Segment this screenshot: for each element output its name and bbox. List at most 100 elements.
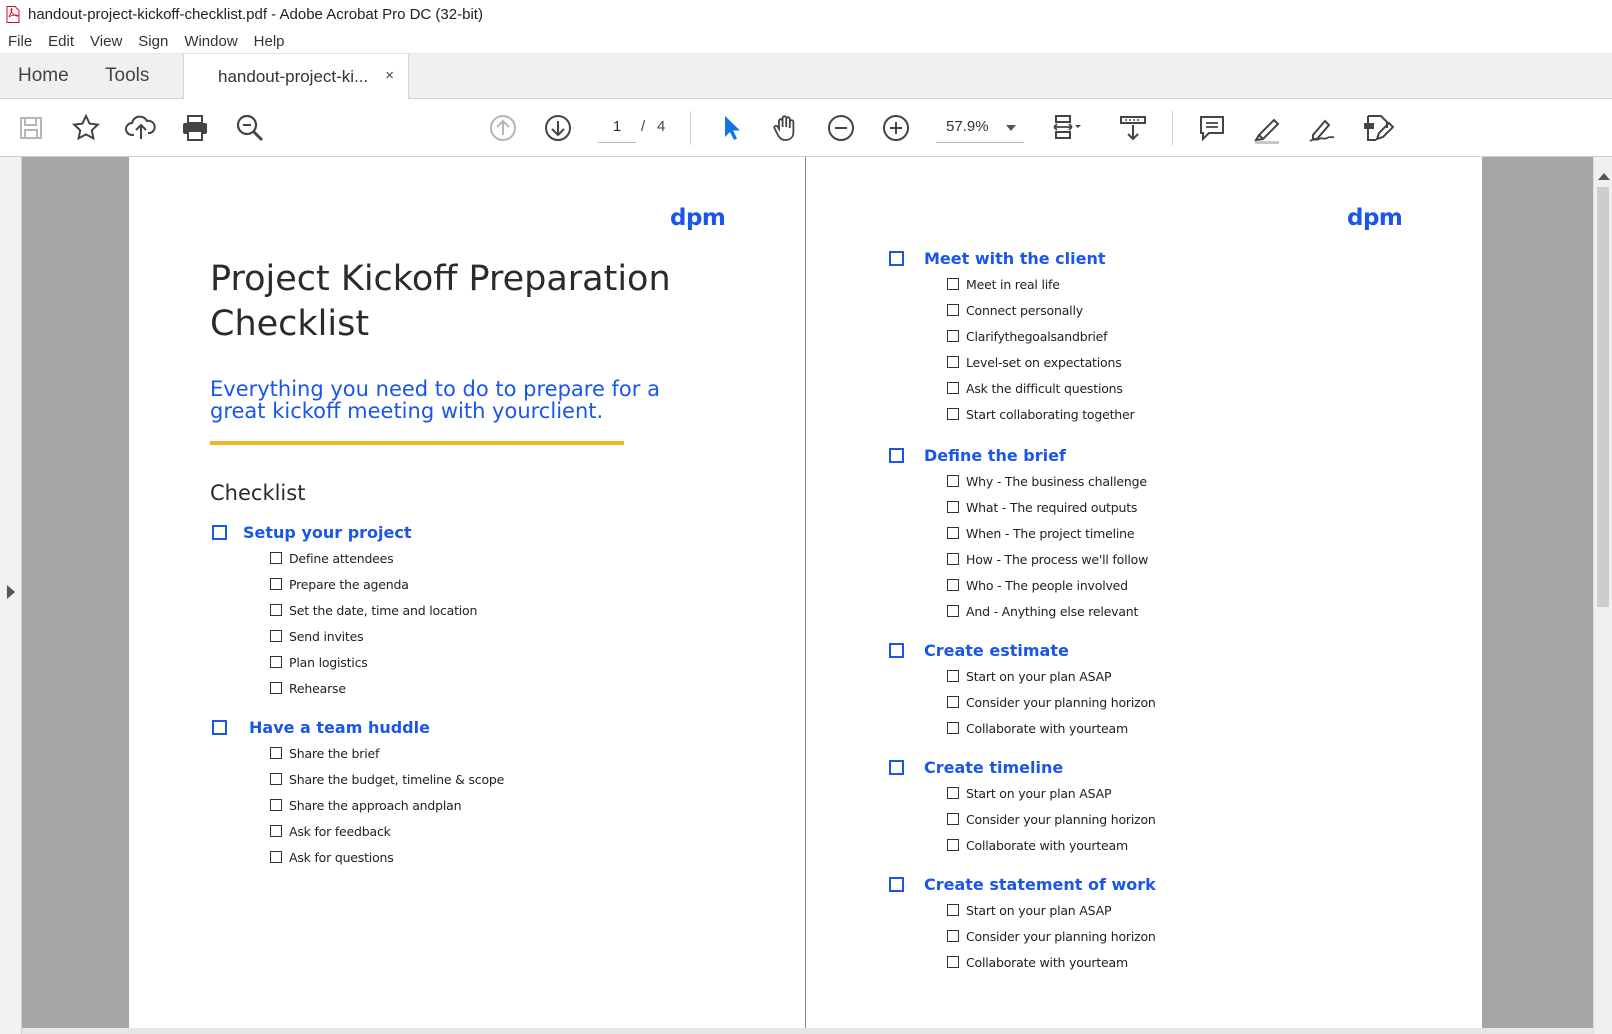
menu-help[interactable]: Help: [246, 29, 293, 54]
page-number-input[interactable]: 1: [598, 111, 636, 143]
checklist-item: Meet in real life: [947, 271, 1134, 297]
yellow-divider: [210, 441, 624, 445]
section-header: Create estimate: [889, 637, 1156, 663]
navigation-pane-toggle[interactable]: [0, 157, 22, 1034]
close-tab-icon[interactable]: ×: [385, 54, 394, 98]
checkbox-icon: [947, 670, 959, 682]
section-title: Meet with the client: [924, 248, 1106, 268]
checklist-item: Collaborate with yourteam: [947, 832, 1156, 858]
menu-sign[interactable]: Sign: [130, 29, 176, 54]
bookmark-star-icon[interactable]: [66, 109, 106, 147]
checklist-item: How - The process we'll follow: [947, 546, 1148, 572]
checkbox-icon: [947, 930, 959, 942]
prev-page-icon[interactable]: [483, 109, 523, 147]
checkbox-icon: [270, 747, 282, 759]
section-title: Create estimate: [924, 640, 1069, 660]
checkbox-icon: [889, 759, 904, 775]
toolbar-divider: [1172, 111, 1173, 145]
section-title: Have a team huddle: [249, 717, 430, 737]
save-icon[interactable]: [11, 109, 51, 147]
cloud-upload-icon[interactable]: [121, 109, 161, 147]
checkbox-icon: [212, 719, 227, 735]
next-page-icon[interactable]: [538, 109, 578, 147]
checklist-item: And - Anything else relevant: [947, 598, 1148, 624]
tab-tools[interactable]: Tools: [105, 54, 149, 99]
checklist-item: Consider your planning horizon: [947, 806, 1156, 832]
checkbox-icon: [947, 356, 959, 368]
checkbox-icon: [947, 839, 959, 851]
checklist-item: Who - The people involved: [947, 572, 1148, 598]
toolbar-divider: [690, 111, 691, 145]
edit-pdf-icon[interactable]: [1357, 109, 1397, 147]
checklist-section: Create statement of work Start on your p…: [889, 871, 1156, 975]
pdf-page-1: dpm Project Kickoff Preparation Checklis…: [129, 157, 805, 1034]
checklist-section: Create estimate Start on your plan ASAP …: [889, 637, 1156, 741]
section-header: Setup your project: [212, 519, 477, 545]
checklist-item: Start on your plan ASAP: [947, 663, 1156, 689]
checkbox-icon: [889, 447, 904, 463]
print-icon[interactable]: [175, 109, 215, 147]
checklist-item: Define attendees: [270, 545, 477, 571]
checkbox-icon: [947, 787, 959, 799]
page-separator: /: [641, 118, 646, 135]
checkbox-icon: [947, 382, 959, 394]
checklist-item: Ask the difficult questions: [947, 375, 1134, 401]
checkbox-icon: [270, 825, 282, 837]
checklist-section: Meet with the client Meet in real life C…: [889, 245, 1135, 427]
hand-tool-icon[interactable]: [766, 109, 806, 147]
checklist-section: Create timeline Start on your plan ASAP …: [889, 754, 1156, 858]
menu-edit[interactable]: Edit: [40, 29, 82, 54]
checkbox-icon: [947, 605, 959, 617]
checklist-item: Share the brief: [270, 740, 504, 766]
checklist-item: Consider your planning horizon: [947, 689, 1156, 715]
checkbox-icon: [270, 656, 282, 668]
checkbox-icon: [947, 904, 959, 916]
horizontal-scrollbar[interactable]: [22, 1028, 1593, 1034]
tab-bar: Home Tools handout-project-ki... ×: [0, 54, 1612, 100]
checkbox-icon: [947, 956, 959, 968]
sign-icon[interactable]: [1302, 109, 1342, 147]
highlight-icon[interactable]: [1247, 109, 1287, 147]
tab-document[interactable]: handout-project-ki... ×: [183, 54, 409, 100]
section-header: Meet with the client: [889, 245, 1134, 271]
checkbox-icon: [947, 408, 959, 420]
checkbox-icon: [889, 250, 904, 266]
checkbox-icon: [270, 578, 282, 590]
document-title: Project Kickoff Preparation Checklist: [210, 259, 671, 344]
page-total: 4: [657, 118, 666, 135]
menu-file[interactable]: File: [0, 29, 40, 54]
scroll-up-icon[interactable]: [1598, 173, 1610, 180]
tab-home[interactable]: Home: [18, 54, 69, 99]
window-titlebar: handout-project-kickoff-checklist.pdf - …: [0, 0, 1612, 29]
section-header: Have a team huddle: [212, 714, 504, 740]
chevron-down-icon: [1006, 125, 1016, 131]
menu-window[interactable]: Window: [176, 29, 245, 54]
find-zoom-icon[interactable]: [230, 109, 270, 147]
checklist-item: Ask for questions: [270, 844, 504, 870]
scroll-mode-icon[interactable]: [1113, 109, 1153, 147]
page-fit-icon[interactable]: [1045, 109, 1085, 147]
checkbox-icon: [947, 330, 959, 342]
zoom-out-icon[interactable]: [821, 109, 861, 147]
toolbar: 1 / 4 57.9%: [0, 99, 1612, 157]
scrollbar-thumb[interactable]: [1597, 187, 1609, 607]
menu-view[interactable]: View: [82, 29, 130, 54]
checklist-item: Consider your planning horizon: [947, 923, 1156, 949]
checkbox-icon: [270, 630, 282, 642]
comment-icon[interactable]: [1192, 109, 1232, 147]
document-tab-label: handout-project-ki...: [218, 67, 369, 86]
checklist-heading: Checklist: [210, 481, 306, 505]
document-viewport[interactable]: dpm Project Kickoff Preparation Checklis…: [0, 157, 1612, 1034]
checklist-section: Setup your project Define attendees Prep…: [212, 519, 477, 701]
zoom-in-icon[interactable]: [876, 109, 916, 147]
checkbox-icon: [947, 722, 959, 734]
checkbox-icon: [947, 475, 959, 487]
expand-arrow-icon: [7, 585, 15, 599]
select-cursor-icon[interactable]: [711, 109, 751, 147]
checkbox-icon: [270, 773, 282, 785]
window-title: handout-project-kickoff-checklist.pdf - …: [28, 6, 483, 23]
checkbox-icon: [947, 501, 959, 513]
zoom-level-select[interactable]: 57.9%: [936, 111, 1024, 143]
checklist-item: Plan logistics: [270, 649, 477, 675]
vertical-scrollbar[interactable]: [1593, 157, 1612, 1034]
